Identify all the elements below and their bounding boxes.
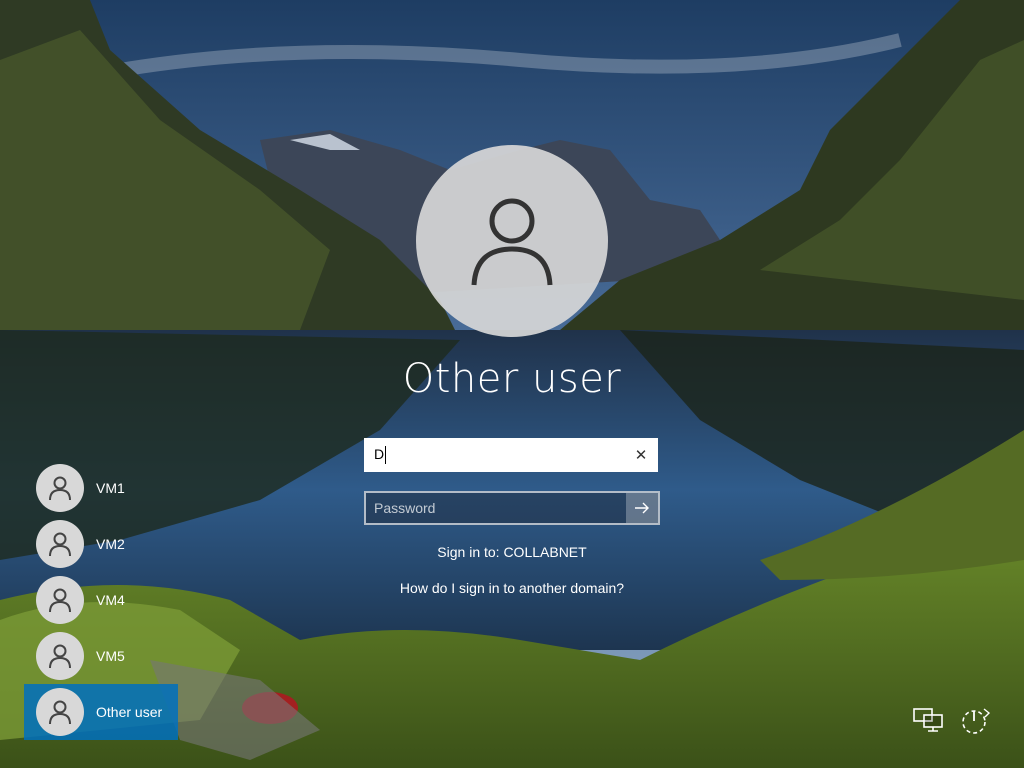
avatar [36,632,84,680]
text-caret [385,446,387,465]
password-placeholder: Password [374,500,436,516]
username-value: D [374,445,385,462]
network-icon[interactable] [912,705,944,737]
user-item-vm1[interactable]: VM1 [24,460,178,516]
password-field[interactable]: Password [364,491,660,525]
close-icon[interactable]: ✕ [626,440,656,470]
user-name: Other user [96,704,163,720]
user-name: VM4 [96,592,125,608]
username-field[interactable]: D ✕ [364,438,658,472]
user-icon [49,700,71,725]
avatar [36,464,84,512]
user-icon [49,644,71,669]
arrow-right-icon [635,502,649,514]
avatar [36,520,84,568]
user-item-vm4[interactable]: VM4 [24,572,178,628]
user-icon [49,476,71,501]
user-item-vm2[interactable]: VM2 [24,516,178,572]
power-icon[interactable] [958,705,992,741]
page-title: Other user [402,356,622,402]
large-user-avatar [416,145,608,337]
user-icon [49,588,71,613]
user-item-vm5[interactable]: VM5 [24,628,178,684]
avatar [36,576,84,624]
user-name: VM1 [96,480,125,496]
avatar [36,688,84,736]
user-item-other-user[interactable]: Other user [24,684,178,740]
user-icon [471,198,553,286]
user-icon [49,532,71,557]
submit-button[interactable] [626,493,658,523]
user-name: VM5 [96,648,125,664]
user-name: VM2 [96,536,125,552]
